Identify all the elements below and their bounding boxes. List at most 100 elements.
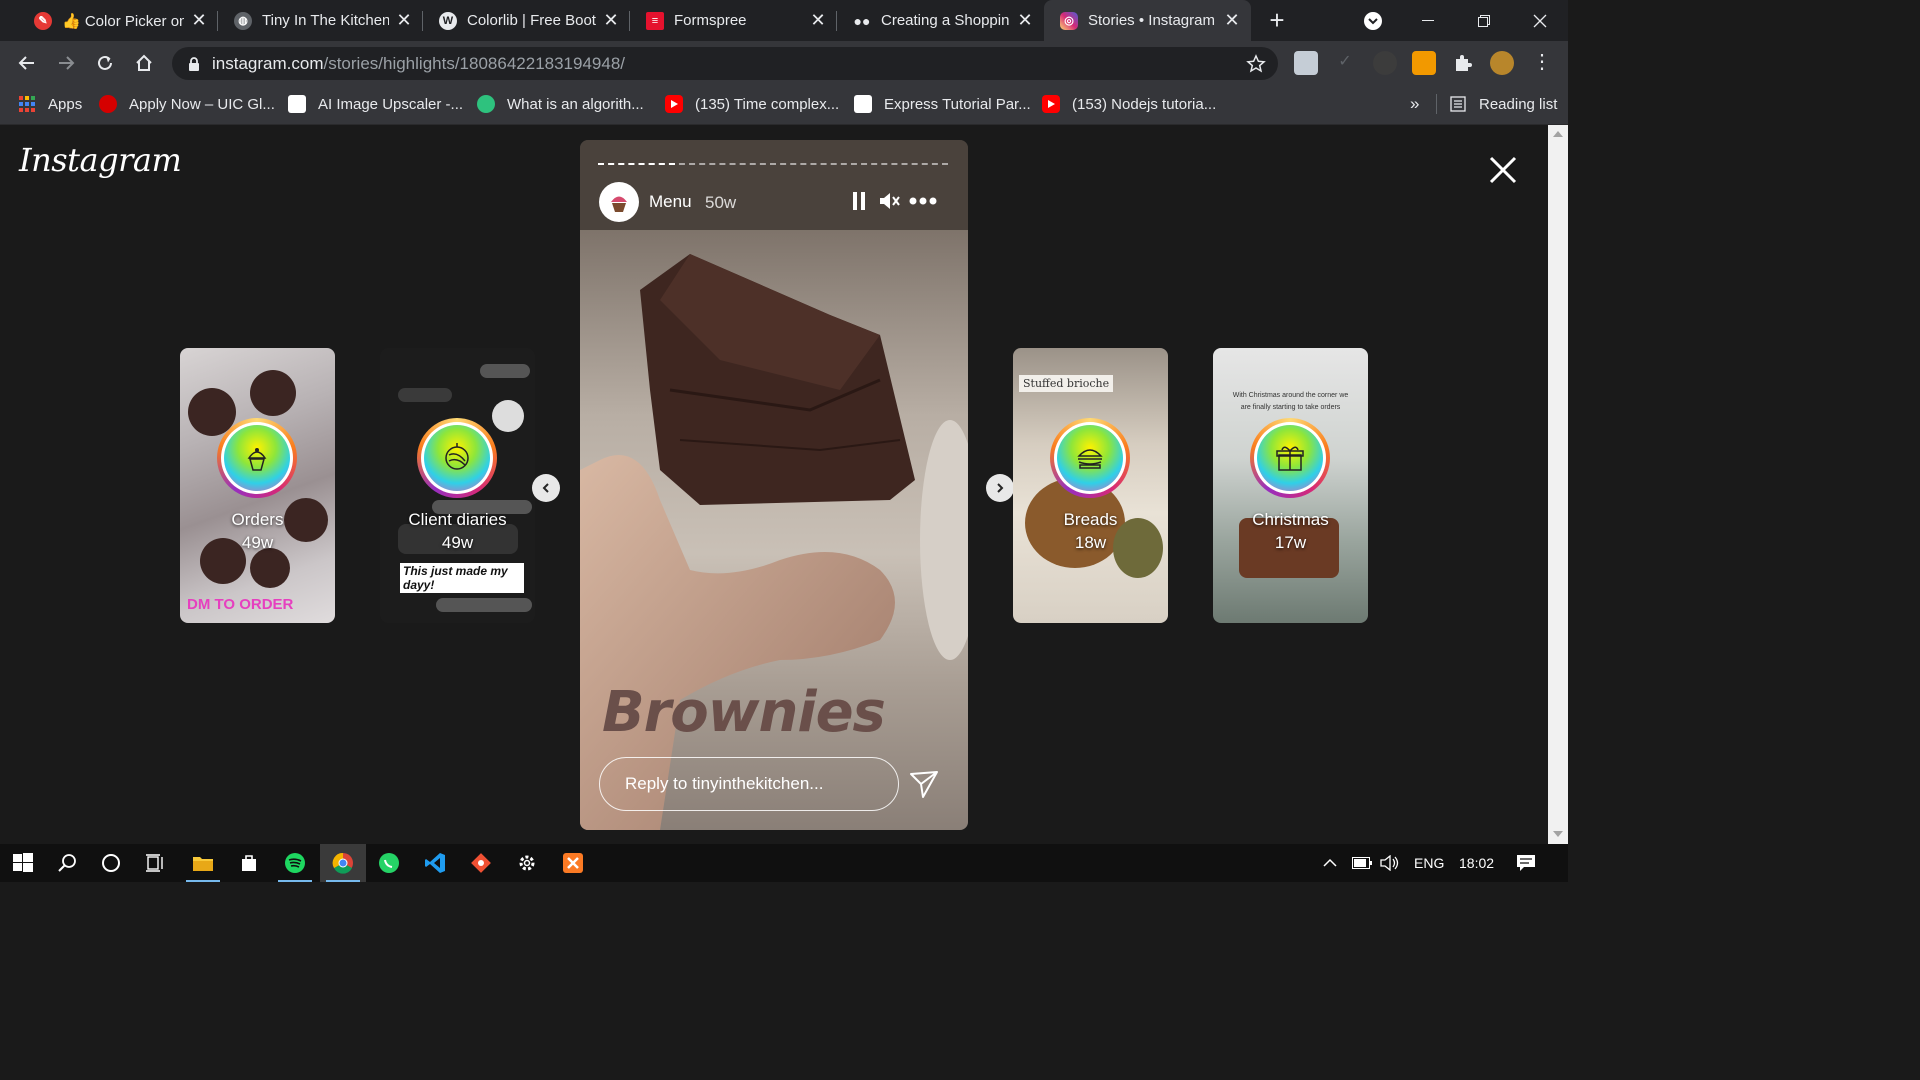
tab-color-picker[interactable]: ✎ 👍 Color Picker onli ✕ xyxy=(18,0,218,41)
tab-close-icon[interactable]: ✕ xyxy=(1016,10,1034,31)
mute-icon[interactable] xyxy=(878,190,902,212)
uic-icon xyxy=(99,95,117,113)
whatsapp-button[interactable] xyxy=(366,844,412,882)
start-button[interactable] xyxy=(0,844,46,882)
home-button[interactable] xyxy=(130,49,158,77)
bookmark-star-icon[interactable] xyxy=(1246,54,1266,74)
tab-close-icon[interactable]: ✕ xyxy=(602,10,620,31)
highlight-orders[interactable]: Orders 49w DM TO ORDER xyxy=(180,348,335,623)
bookmark-apps[interactable]: Apps xyxy=(18,93,82,115)
tab-tiny-in-the-kitchen[interactable]: ◍ Tiny In The Kitchen ✕ xyxy=(218,0,423,41)
back-button[interactable] xyxy=(13,49,41,77)
bookmark-time-complexity[interactable]: (135) Time complex... xyxy=(665,93,839,115)
chrome-button[interactable] xyxy=(320,844,366,882)
instagram-stories-page: Instagram Orders 49w DM TO ORDER This ju… xyxy=(0,125,1548,844)
tab-close-icon[interactable]: ✕ xyxy=(395,10,413,31)
restore-icon xyxy=(1478,14,1490,27)
wordpress-icon: W xyxy=(439,11,457,30)
client-message-text: This just made my dayy! xyxy=(400,563,524,593)
medium-icon: ●● xyxy=(853,12,871,29)
previous-story-button[interactable] xyxy=(532,474,560,502)
upscaler-icon xyxy=(288,95,306,113)
formspree-icon: ≡ xyxy=(646,11,664,30)
reload-button[interactable] xyxy=(91,49,119,77)
tab-close-icon[interactable]: ✕ xyxy=(190,10,208,31)
more-options-icon[interactable] xyxy=(909,197,937,205)
reading-list-icon xyxy=(1449,95,1467,113)
minimize-button[interactable] xyxy=(1412,0,1444,41)
send-icon[interactable] xyxy=(908,768,940,800)
new-tab-button[interactable]: + xyxy=(1262,0,1292,41)
task-view-button[interactable] xyxy=(132,844,178,882)
browser-menu-icon[interactable]: ⋮ xyxy=(1530,51,1554,75)
bookmark-ai-image-upscaler[interactable]: AI Image Upscaler -... xyxy=(288,93,463,115)
gitkraken-button[interactable] xyxy=(458,844,504,882)
extension-evernote-icon[interactable] xyxy=(1294,51,1318,75)
reply-input[interactable]: Reply to tinyinthekitchen... xyxy=(599,757,899,811)
instagram-logo[interactable]: Instagram xyxy=(19,141,182,179)
url-text: instagram.com/stories/highlights/1808642… xyxy=(212,53,626,73)
action-center-button[interactable] xyxy=(1516,844,1536,882)
close-window-button[interactable] xyxy=(1524,0,1556,41)
address-bar[interactable]: instagram.com/stories/highlights/1808642… xyxy=(172,47,1278,80)
search-icon xyxy=(58,854,76,872)
next-story-button[interactable] xyxy=(986,474,1014,502)
bookmark-apply-now-uic[interactable]: Apply Now – UIC Gl... xyxy=(99,93,275,115)
story-username[interactable]: Menu xyxy=(649,192,692,212)
tab-close-icon[interactable]: ✕ xyxy=(1223,10,1241,31)
file-explorer-button[interactable] xyxy=(180,844,226,882)
chevron-down-circle-icon xyxy=(1364,11,1382,30)
home-icon xyxy=(136,54,152,71)
spotify-icon xyxy=(285,853,305,873)
pause-icon[interactable] xyxy=(852,190,866,212)
bookmark-what-is-algorithm[interactable]: What is an algorith... xyxy=(477,93,644,115)
vscode-button[interactable] xyxy=(412,844,458,882)
chevron-left-icon xyxy=(542,483,549,493)
close-stories-icon[interactable] xyxy=(1488,155,1518,185)
store-button[interactable] xyxy=(226,844,272,882)
volume-tray[interactable] xyxy=(1380,844,1400,882)
tab-stories-instagram[interactable]: ◎ Stories • Instagram ✕ xyxy=(1044,0,1251,41)
apps-grid-icon xyxy=(18,95,36,113)
bookmark-express-tutorial[interactable]: Express Tutorial Par... xyxy=(854,93,1031,115)
reading-list-button[interactable]: Reading list xyxy=(1436,93,1557,115)
highlight-christmas[interactable]: With Christmas around the corner we are … xyxy=(1213,348,1368,623)
gift-icon xyxy=(1257,425,1323,491)
highlight-client-diaries[interactable]: This just made my dayy! Client diaries 4… xyxy=(380,348,535,623)
show-hidden-icons[interactable] xyxy=(1322,844,1338,882)
extensions-puzzle-icon[interactable] xyxy=(1451,51,1475,75)
settings-button[interactable] xyxy=(504,844,550,882)
tab-search-button[interactable] xyxy=(1358,0,1388,41)
extension-check-icon[interactable]: ✓ xyxy=(1333,51,1357,75)
scroll-up-icon[interactable] xyxy=(1553,131,1563,137)
battery-tray[interactable] xyxy=(1352,844,1372,882)
page-scrollbar[interactable] xyxy=(1548,125,1568,844)
bookmarks-overflow-button[interactable]: » xyxy=(1410,93,1419,115)
highlight-breads[interactable]: Stuffed brioche Breads 18w xyxy=(1013,348,1168,623)
xampp-button[interactable] xyxy=(550,844,596,882)
whatsapp-icon xyxy=(379,853,399,873)
story-viewer[interactable]: Menu 50w Brownies Reply to tinyinthekitc… xyxy=(580,140,968,830)
profile-avatar[interactable] xyxy=(1490,51,1514,75)
bookmark-nodejs-tutorial[interactable]: (153) Nodejs tutoria... xyxy=(1042,93,1216,115)
tab-colorlib[interactable]: W Colorlib | Free Boots ✕ xyxy=(423,0,630,41)
dm-to-order-text: DM TO ORDER xyxy=(187,596,294,613)
tab-creating-shopping[interactable]: ●● Creating a Shopping ✕ xyxy=(837,0,1044,41)
instagram-favicon-icon: ◎ xyxy=(1060,11,1078,30)
tab-formspree[interactable]: ≡ Formspree ✕ xyxy=(630,0,837,41)
lock-icon xyxy=(189,56,199,71)
scroll-down-icon[interactable] xyxy=(1553,831,1563,837)
search-button[interactable] xyxy=(44,844,90,882)
pastry-icon xyxy=(424,425,490,491)
cortana-button[interactable] xyxy=(88,844,134,882)
clock[interactable]: 18:02 xyxy=(1459,844,1494,882)
extension-dark-icon[interactable] xyxy=(1373,51,1397,75)
story-avatar[interactable] xyxy=(599,182,639,222)
story-progress-bar xyxy=(598,163,948,165)
spotify-button[interactable] xyxy=(272,844,318,882)
language-indicator[interactable]: ENG xyxy=(1414,844,1444,882)
restore-button[interactable] xyxy=(1468,0,1500,41)
forward-button[interactable] xyxy=(52,49,80,77)
tab-close-icon[interactable]: ✕ xyxy=(809,10,827,31)
extension-linux-icon[interactable] xyxy=(1412,51,1436,75)
